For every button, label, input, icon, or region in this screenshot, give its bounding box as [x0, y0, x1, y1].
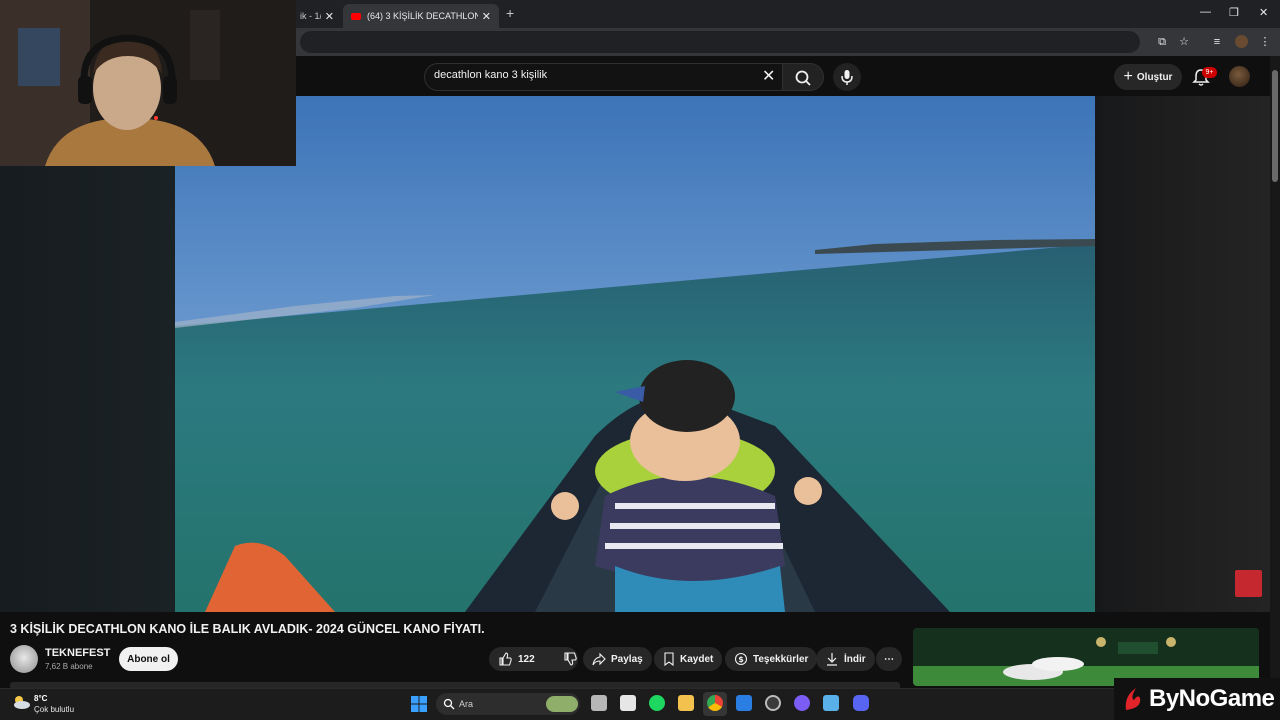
- scrollbar-thumb[interactable]: [1272, 70, 1278, 182]
- download-label: İndir: [844, 653, 866, 665]
- bynogame-watermark: ByNoGame: [1114, 678, 1280, 720]
- webcam-frame: [0, 0, 296, 166]
- download-icon: [827, 653, 837, 666]
- close-icon[interactable]: ✕: [325, 10, 334, 23]
- close-icon[interactable]: ✕: [1259, 6, 1268, 19]
- windows-start-icon[interactable]: [411, 696, 427, 712]
- share-button[interactable]: Paylaş: [583, 647, 652, 671]
- like-dislike-group: 122: [489, 647, 578, 671]
- thumbs-down-icon: [564, 652, 577, 666]
- plus-icon[interactable]: +: [506, 5, 514, 21]
- menu-icon[interactable]: ⋮: [1258, 35, 1272, 49]
- video-title: 3 KİŞİLİK DECATHLON KANO İLE BALIK AVLAD…: [10, 622, 485, 636]
- thumbs-up-icon: [499, 652, 512, 666]
- share-label: Paylaş: [611, 653, 643, 665]
- save-button[interactable]: Kaydet: [654, 647, 723, 671]
- thanks-label: Teşekkürler: [753, 653, 809, 665]
- discord-icon[interactable]: [853, 695, 869, 711]
- create-label: Oluştur: [1136, 71, 1173, 83]
- tab-previous[interactable]: ik - 1/ ✕: [292, 4, 342, 28]
- taskbar-search-placeholder: Ara: [459, 699, 474, 709]
- tab-label: (64) 3 KİŞİLİK DECATHLON KANO: [367, 11, 478, 21]
- save-label: Kaydet: [680, 653, 714, 665]
- channel-watermark[interactable]: [1235, 570, 1262, 597]
- search-icon: [443, 698, 455, 710]
- plus-icon: +: [1123, 68, 1133, 85]
- bookmark-icon: [664, 652, 674, 666]
- clear-search-icon[interactable]: ✕: [762, 66, 775, 86]
- bynogame-logo-icon: [1125, 688, 1141, 710]
- video-player[interactable]: [175, 96, 1095, 612]
- mic-icon: [841, 70, 853, 85]
- video-frame: [175, 96, 1095, 612]
- browser-app-icon[interactable]: [794, 695, 810, 711]
- app-icon[interactable]: [823, 695, 839, 711]
- store-icon[interactable]: [620, 695, 636, 711]
- search-highlight-icon: [546, 696, 578, 712]
- address-bar[interactable]: [300, 31, 1140, 53]
- like-button[interactable]: 122: [489, 647, 545, 671]
- more-icon: ⋯: [884, 653, 894, 665]
- screen: ik - 1/ ✕ (64) 3 KİŞİLİK DECATHLON KANO …: [0, 0, 1280, 720]
- thanks-button[interactable]: $ Teşekkürler: [725, 647, 818, 671]
- steam-icon[interactable]: [765, 695, 781, 711]
- weather-desc: Çok bulutlu: [34, 705, 75, 714]
- download-button[interactable]: İndir: [816, 647, 875, 671]
- weather-temp: 8°C: [34, 694, 48, 703]
- webcam-overlay: [0, 0, 296, 166]
- search-icon: [795, 70, 811, 86]
- subscriber-count: 7,62 B abone: [45, 662, 93, 671]
- channel-name[interactable]: TEKNEFEST: [45, 647, 110, 659]
- thanks-icon: $: [734, 652, 748, 666]
- notification-badge: 9+: [1202, 67, 1217, 78]
- minimize-icon[interactable]: —: [1200, 6, 1211, 18]
- chrome-icon[interactable]: [707, 695, 723, 711]
- channel-avatar[interactable]: [10, 645, 38, 673]
- cloud-sun-icon: [14, 696, 30, 709]
- watermark-text: ByNoGame: [1149, 685, 1275, 712]
- file-explorer-icon[interactable]: [678, 695, 694, 711]
- share-icon: [592, 652, 606, 666]
- star-icon[interactable]: ☆: [1177, 35, 1191, 49]
- mail-icon[interactable]: [736, 695, 752, 711]
- search-query: decathlon kano 3 kişilik: [434, 69, 548, 81]
- tab-youtube[interactable]: (64) 3 KİŞİLİK DECATHLON KANO ✕: [343, 4, 499, 28]
- task-view-icon[interactable]: [591, 695, 607, 711]
- restore-icon[interactable]: ❐: [1229, 6, 1239, 19]
- subscribe-button[interactable]: Abone ol: [119, 647, 178, 671]
- taskbar: [0, 688, 1280, 720]
- more-actions-button[interactable]: ⋯: [876, 647, 902, 671]
- like-count: 122: [518, 653, 535, 665]
- media-control-icon[interactable]: ≡: [1210, 35, 1224, 49]
- voice-search-button[interactable]: [833, 63, 861, 91]
- youtube-favicon-icon: [351, 12, 361, 20]
- close-icon[interactable]: ✕: [482, 10, 491, 23]
- tab-label: ik - 1/: [300, 11, 321, 21]
- create-button[interactable]: + Oluştur: [1114, 64, 1182, 90]
- search-button[interactable]: [782, 63, 824, 91]
- account-avatar[interactable]: [1229, 66, 1250, 87]
- install-icon[interactable]: ⧉: [1155, 35, 1169, 49]
- svg-text:$: $: [738, 655, 744, 664]
- spotify-icon[interactable]: [649, 695, 665, 711]
- profile-avatar[interactable]: [1235, 35, 1248, 48]
- dislike-button[interactable]: [555, 647, 585, 671]
